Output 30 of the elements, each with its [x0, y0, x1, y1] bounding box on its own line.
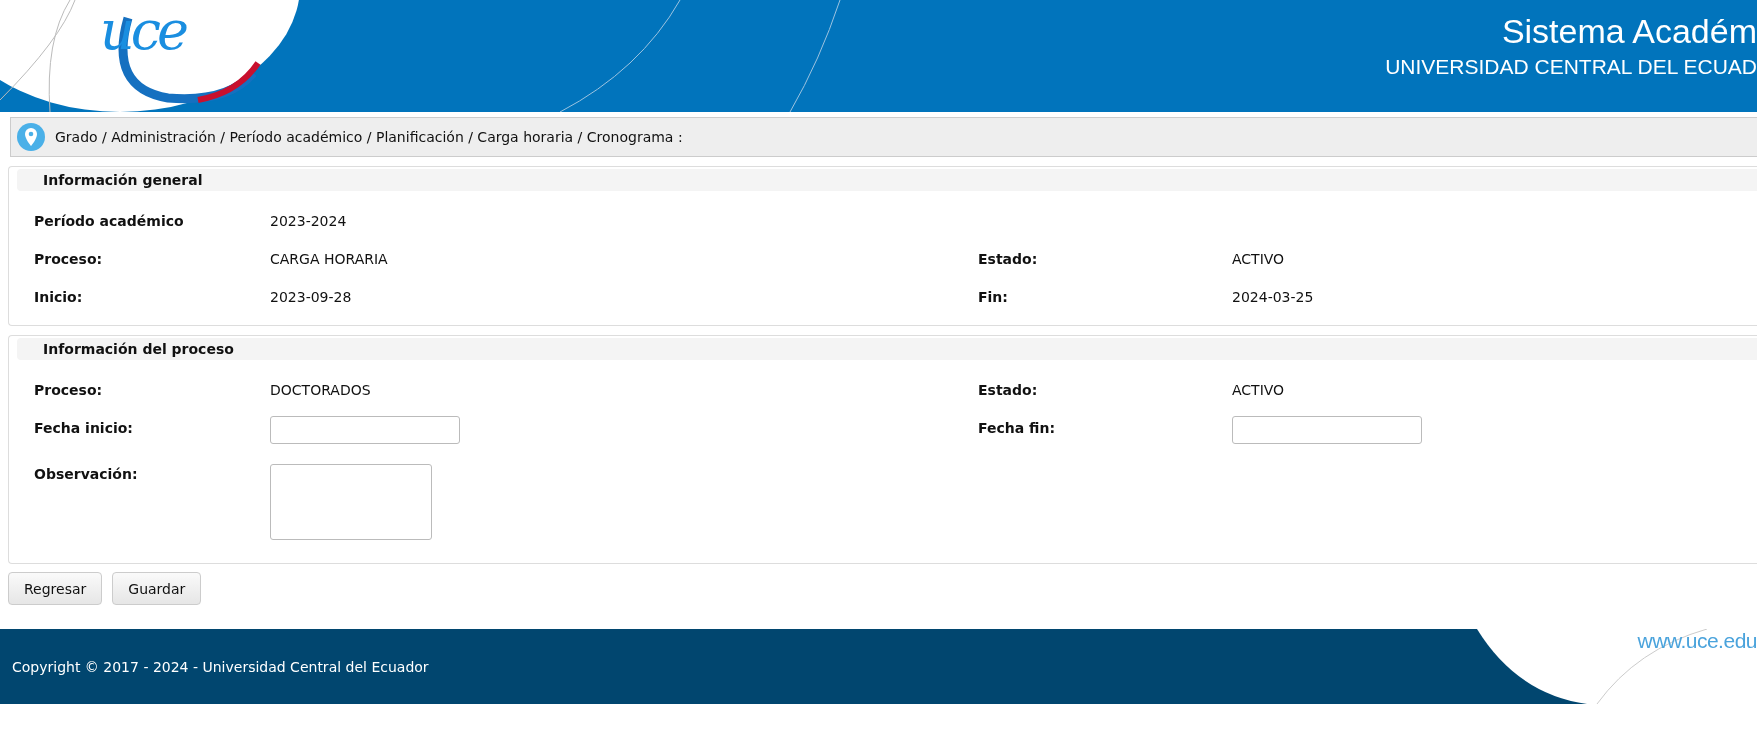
location-pin-icon — [17, 123, 45, 151]
action-button[interactable]: Regresar — [8, 572, 103, 605]
field-value: 2023-2024 — [270, 212, 348, 229]
date-input-field[interactable] — [1232, 416, 1422, 444]
field-value: 2023-09-28 — [270, 288, 353, 305]
field-label: Proceso: — [34, 250, 104, 267]
field-label: Estado: — [978, 381, 1039, 398]
breadcrumb-path: Grado / Administración / Período académico / Planificación / Carga horaria / Cronograma : — [55, 129, 683, 145]
field-value: ACTIVO — [1232, 381, 1286, 398]
field-value: DOCTORADOS — [270, 381, 372, 398]
field-value: ACTIVO — [1232, 250, 1286, 267]
field-label: Período académico — [34, 212, 185, 229]
field-label: Proceso: — [34, 381, 104, 398]
field-label: Fin: — [978, 288, 1009, 305]
field-label: Inicio: — [34, 288, 84, 305]
field-label: Fecha inicio: — [34, 419, 134, 436]
field-value: CARGA HORARIA — [270, 250, 389, 267]
action-button[interactable]: Guardar — [112, 572, 202, 605]
field-label: Fecha fin: — [978, 419, 1057, 436]
field-value: 2024-03-25 — [1232, 288, 1315, 305]
panel-title: Información general — [17, 169, 1757, 191]
university-name: UNIVERSIDAD CENTRAL DEL ECUAD — [1385, 54, 1757, 80]
field-label: Observación: — [34, 465, 139, 482]
website-url: www.uce.edu — [1637, 629, 1757, 653]
field-label: Estado: — [978, 250, 1039, 267]
copyright-text: Copyright © 2017 - 2024 - Universidad Central del Ecuador — [12, 658, 429, 675]
panel-title: Información del proceso — [17, 338, 1757, 360]
date-input-field[interactable] — [270, 416, 460, 444]
system-title: Sistema Académ — [1501, 11, 1757, 52]
observation-text-area[interactable] — [270, 464, 432, 540]
